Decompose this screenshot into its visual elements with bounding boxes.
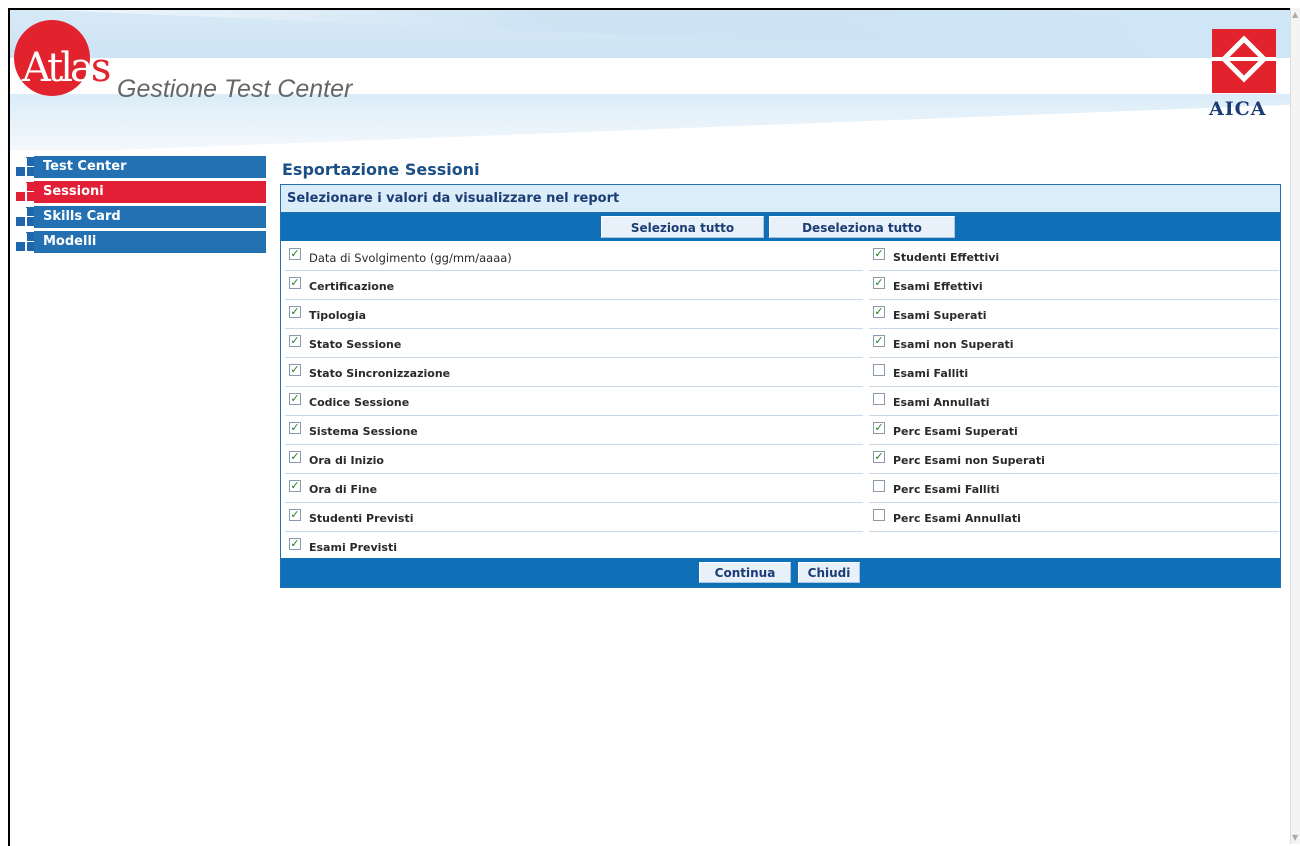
atlas-logo: Atlas xyxy=(22,45,111,91)
option-row: ✓ Stato Sessione xyxy=(285,329,863,358)
page-scrollbar[interactable]: ▲ ▼ xyxy=(1290,8,1300,844)
option-label: Perc Esami Annullati xyxy=(893,512,1021,525)
sidebar-item-label: Skills Card xyxy=(43,209,121,224)
option-checkbox[interactable]: ✓ xyxy=(289,451,301,463)
option-label: Sistema Sessione xyxy=(309,425,418,438)
option-checkbox[interactable]: ✓ xyxy=(873,451,885,463)
option-label: Esami Annullati xyxy=(893,396,990,409)
option-row: ✓ Perc Esami non Superati xyxy=(869,445,1279,474)
option-row: ✓ Certificazione xyxy=(285,271,863,300)
panel-heading: Selezionare i valori da visualizzare nel… xyxy=(281,185,1280,213)
option-row: ✓ Esami Previsti xyxy=(285,532,863,561)
option-row: Esami Annullati xyxy=(869,387,1279,416)
option-checkbox[interactable]: ✓ xyxy=(289,393,301,405)
menu-squares-icon xyxy=(16,232,36,252)
option-row: ✓ Studenti Effettivi xyxy=(869,242,1279,271)
scroll-up-icon[interactable]: ▲ xyxy=(1292,10,1298,19)
option-label: Esami Effettivi xyxy=(893,280,983,293)
option-label: Perc Esami Falliti xyxy=(893,483,1000,496)
sidebar-item-label: Modelli xyxy=(43,234,97,249)
sidebar-item-label: Sessioni xyxy=(43,184,104,199)
option-row: ✓ Codice Sessione xyxy=(285,387,863,416)
sidebar-item-test-center[interactable]: Test Center xyxy=(14,156,266,178)
option-checkbox[interactable]: ✓ xyxy=(289,277,301,289)
option-label: Studenti Previsti xyxy=(309,512,414,525)
browser-viewport: Atlas Gestione Test Center AICA Test Cen… xyxy=(8,8,1290,846)
select-all-button[interactable]: Seleziona tutto xyxy=(601,216,764,238)
option-row: ✓ Esami non Superati xyxy=(869,329,1279,358)
option-row: ✓ Ora di Inizio xyxy=(285,445,863,474)
option-label: Tipologia xyxy=(309,309,367,322)
option-label: Codice Sessione xyxy=(309,396,410,409)
option-row: ✓ Esami Effettivi xyxy=(869,271,1279,300)
option-checkbox[interactable] xyxy=(873,480,885,492)
option-checkbox[interactable]: ✓ xyxy=(873,422,885,434)
option-label: Studenti Effettivi xyxy=(893,251,1000,264)
option-label: Esami Previsti xyxy=(309,541,398,554)
option-label: Esami non Superati xyxy=(893,338,1014,351)
option-checkbox[interactable]: ✓ xyxy=(873,335,885,347)
option-row: ✓ Esami Superati xyxy=(869,300,1279,329)
option-row: Perc Esami Annullati xyxy=(869,503,1279,532)
sidebar-item-skills-card[interactable]: Skills Card xyxy=(14,206,266,228)
page-title: Esportazione Sessioni xyxy=(282,160,480,179)
option-checkbox[interactable]: ✓ xyxy=(289,422,301,434)
option-checkbox[interactable]: ✓ xyxy=(289,509,301,521)
sidebar-item-label: Test Center xyxy=(43,159,127,174)
option-label: Esami Superati xyxy=(893,309,987,322)
option-row: ✓ Data di Svolgimento (gg/mm/aaaa) xyxy=(285,242,863,271)
option-checkbox[interactable]: ✓ xyxy=(873,277,885,289)
option-row: ✓ Perc Esami Superati xyxy=(869,416,1279,445)
option-label: Ora di Inizio xyxy=(309,454,384,467)
logo-text-c: s xyxy=(90,45,111,91)
option-row: Esami Falliti xyxy=(869,358,1279,387)
logo-text-b: la xyxy=(60,45,94,91)
aica-label: AICA xyxy=(1209,98,1267,120)
deselect-all-button[interactable]: Deseleziona tutto xyxy=(769,216,955,238)
option-checkbox[interactable]: ✓ xyxy=(289,335,301,347)
option-checkbox[interactable]: ✓ xyxy=(289,248,301,260)
logo-text-a: At xyxy=(22,45,63,91)
option-label: Certificazione xyxy=(309,280,395,293)
option-row: ✓ Sistema Sessione xyxy=(285,416,863,445)
sidebar-item-sessioni[interactable]: Sessioni xyxy=(14,181,266,203)
option-label: Stato Sincronizzazione xyxy=(309,367,451,380)
option-checkbox[interactable]: ✓ xyxy=(873,306,885,318)
app-title: Gestione Test Center xyxy=(117,75,353,103)
selection-toolbar: Seleziona tutto Deseleziona tutto xyxy=(281,213,1280,241)
option-label: Stato Sessione xyxy=(309,338,402,351)
sidebar-nav: Test Center Sessioni Skills Card Modelli xyxy=(14,156,266,256)
menu-squares-icon xyxy=(16,157,36,177)
option-checkbox[interactable]: ✓ xyxy=(289,306,301,318)
export-panel: Selezionare i valori da visualizzare nel… xyxy=(280,184,1281,588)
menu-squares-icon xyxy=(16,207,36,227)
option-checkbox[interactable]: ✓ xyxy=(289,364,301,376)
option-row: ✓ Tipologia xyxy=(285,300,863,329)
option-checkbox[interactable] xyxy=(873,393,885,405)
action-bar: Continua Chiudi xyxy=(281,558,1280,587)
option-label: Ora di Fine xyxy=(309,483,378,496)
app-header: Atlas Gestione Test Center AICA xyxy=(10,10,1290,150)
option-label: Esami Falliti xyxy=(893,367,969,380)
option-checkbox[interactable]: ✓ xyxy=(289,538,301,550)
option-row: ✓ Studenti Previsti xyxy=(285,503,863,532)
option-row: ✓ Stato Sincronizzazione xyxy=(285,358,863,387)
option-checkbox[interactable]: ✓ xyxy=(289,480,301,492)
menu-squares-icon xyxy=(16,182,36,202)
aica-logo-icon xyxy=(1212,29,1276,93)
option-checkbox[interactable] xyxy=(873,364,885,376)
option-checkbox[interactable]: ✓ xyxy=(873,248,885,260)
option-checkbox[interactable] xyxy=(873,509,885,521)
continue-button[interactable]: Continua xyxy=(699,562,791,583)
sidebar-item-modelli[interactable]: Modelli xyxy=(14,231,266,253)
panel-heading-text: Selezionare i valori da visualizzare nel… xyxy=(287,191,620,206)
option-row: Perc Esami Falliti xyxy=(869,474,1279,503)
option-label: Perc Esami non Superati xyxy=(893,454,1045,467)
scroll-down-icon[interactable]: ▼ xyxy=(1292,833,1298,842)
option-label: Data di Svolgimento (gg/mm/aaaa) xyxy=(309,251,512,265)
close-button[interactable]: Chiudi xyxy=(798,562,860,583)
option-label: Perc Esami Superati xyxy=(893,425,1018,438)
option-row: ✓ Ora di Fine xyxy=(285,474,863,503)
